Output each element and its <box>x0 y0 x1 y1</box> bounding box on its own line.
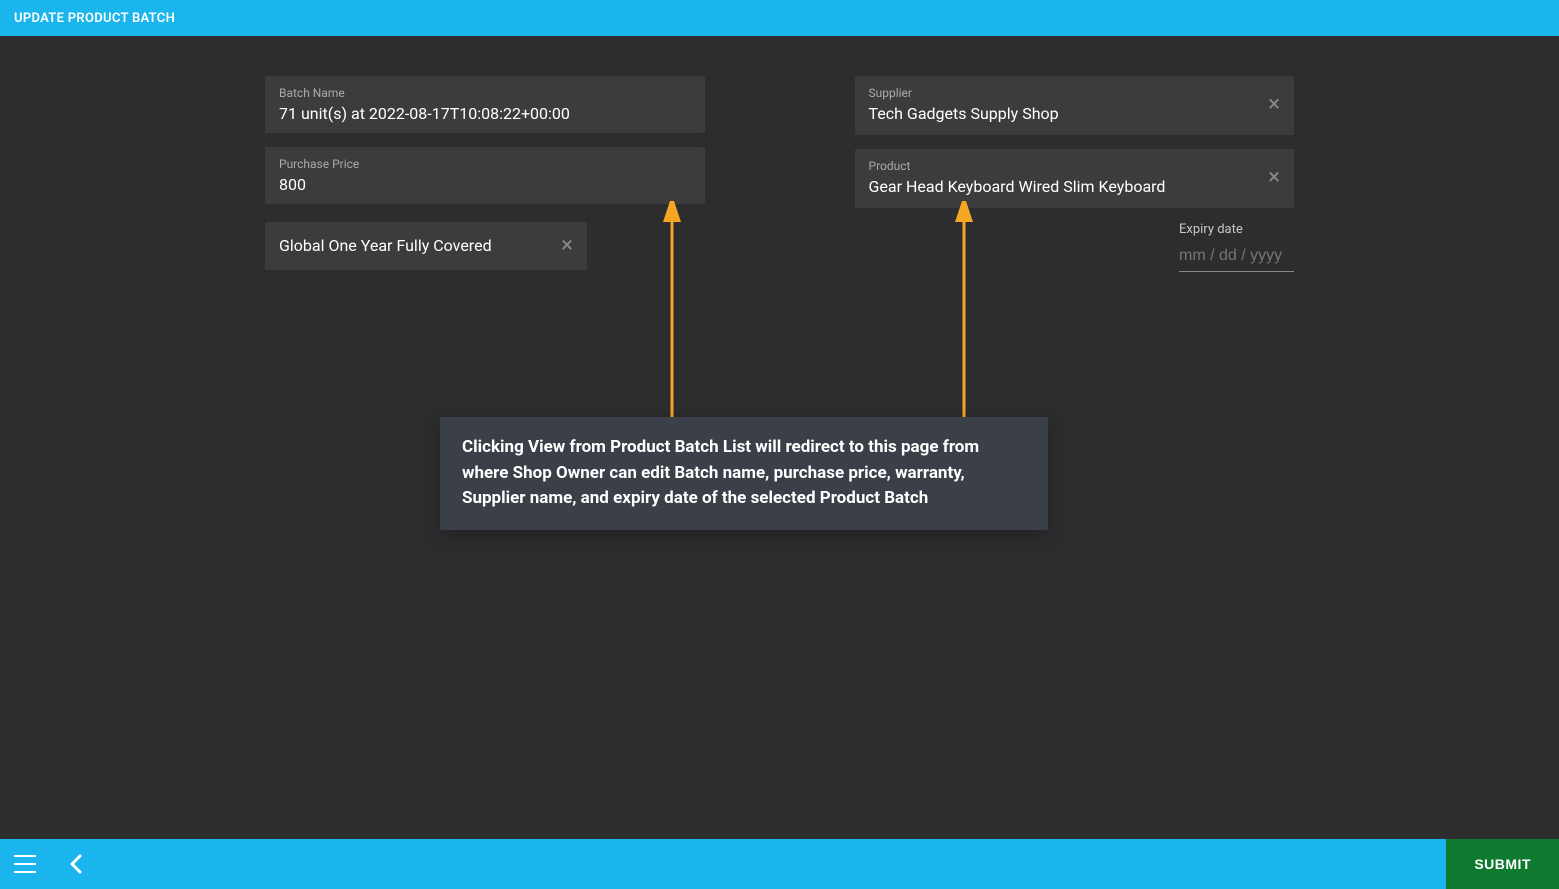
top-bar: UPDATE PRODUCT BATCH <box>0 0 1559 36</box>
close-icon[interactable]: × <box>561 235 573 257</box>
batch-name-label: Batch Name <box>279 86 691 100</box>
close-icon[interactable]: × <box>1268 167 1280 189</box>
form-grid: Batch Name Purchase Price Supplier Tech … <box>0 76 1559 208</box>
content-area: Batch Name Purchase Price Supplier Tech … <box>0 36 1559 272</box>
chevron-left-icon[interactable] <box>70 854 82 874</box>
row-3: Global One Year Fully Covered × Expiry d… <box>0 208 1559 272</box>
purchase-price-field[interactable]: Purchase Price <box>265 147 705 204</box>
batch-name-field[interactable]: Batch Name <box>265 76 705 133</box>
bottom-bar: SUBMIT <box>0 839 1559 889</box>
expiry-input[interactable] <box>1179 243 1294 272</box>
bottom-bar-left <box>0 854 82 874</box>
expiry-label: Expiry date <box>1179 222 1294 237</box>
annotation-callout: Clicking View from Product Batch List wi… <box>440 417 1048 530</box>
page-title: UPDATE PRODUCT BATCH <box>14 11 175 26</box>
purchase-price-label: Purchase Price <box>279 157 691 171</box>
warranty-value: Global One Year Fully Covered <box>279 236 573 256</box>
submit-button[interactable]: SUBMIT <box>1446 839 1559 889</box>
batch-name-input[interactable] <box>279 104 691 123</box>
supplier-value: Tech Gadgets Supply Shop <box>869 104 1059 123</box>
right-column: Supplier Tech Gadgets Supply Shop × Prod… <box>855 76 1295 208</box>
annotation-text: Clicking View from Product Batch List wi… <box>462 437 979 508</box>
purchase-price-input[interactable] <box>279 175 691 194</box>
close-icon[interactable]: × <box>1268 94 1280 116</box>
expiry-field[interactable]: Expiry date <box>1179 222 1294 272</box>
warranty-wrap: Global One Year Fully Covered × <box>265 222 705 270</box>
left-column: Batch Name Purchase Price <box>265 76 705 208</box>
supplier-field[interactable]: Supplier Tech Gadgets Supply Shop × <box>855 76 1295 135</box>
menu-icon[interactable] <box>14 855 36 873</box>
supplier-label: Supplier <box>869 86 1281 100</box>
expiry-container: Expiry date <box>855 222 1295 272</box>
product-label: Product <box>869 159 1281 173</box>
product-field[interactable]: Product Gear Head Keyboard Wired Slim Ke… <box>855 149 1295 208</box>
product-value: Gear Head Keyboard Wired Slim Keyboard <box>869 177 1251 198</box>
warranty-field[interactable]: Global One Year Fully Covered × <box>265 222 587 270</box>
